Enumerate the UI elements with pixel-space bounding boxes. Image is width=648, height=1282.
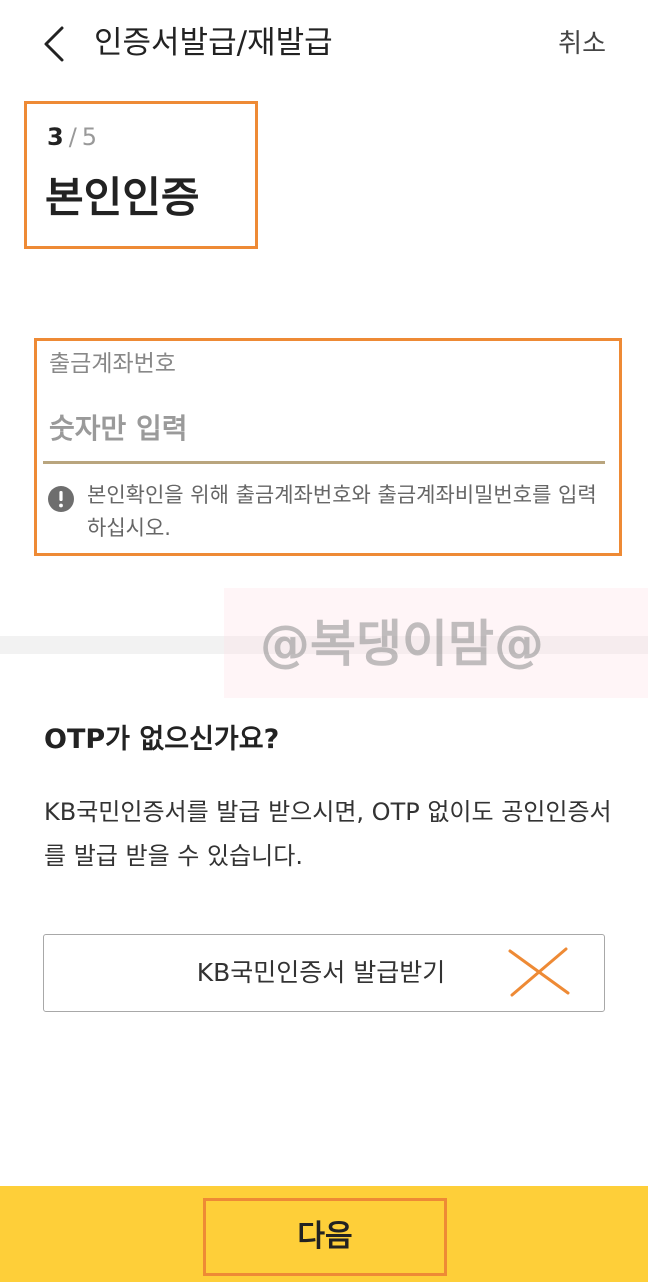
input-underline [43, 461, 605, 464]
cancel-button[interactable]: 취소 [558, 24, 606, 64]
page-title: 본인인증 [45, 173, 200, 222]
account-notice-text: 본인확인을 위해 출금계좌번호와 출금계좌비밀번호를 입력하십시오. [87, 483, 597, 540]
app-header: 인증서발급/재발급 취소 [0, 0, 648, 88]
step-current: 3 [47, 123, 64, 151]
header-title: 인증서발급/재발급 [94, 25, 333, 61]
watermark: @복댕이맘@ [224, 588, 648, 698]
step-separator: / [68, 123, 77, 151]
kb-certificate-issue-label: KB국민인증서 발급받기 [196, 958, 446, 987]
cross-mark-icon [508, 947, 570, 997]
next-highlight: 다음 [203, 1198, 447, 1276]
exclamation-circle-icon [48, 486, 74, 512]
next-button-label: 다음 [297, 1219, 353, 1254]
otp-title: OTP가 없으신가요? [44, 724, 280, 755]
otp-description: KB국민인증서를 발급 받으시면, OTP 없이도 공인인증서를 발급 받을 수… [44, 798, 612, 870]
step-total: 5 [81, 123, 98, 151]
chevron-left-icon [44, 26, 64, 62]
account-number-section: 출금계좌번호 본인확인을 위해 출금계좌번호와 출금계좌비밀번호를 입력하십시오… [34, 338, 622, 556]
step-indicator: 3/5 [47, 122, 97, 152]
account-number-input[interactable] [45, 399, 611, 457]
kb-certificate-issue-button[interactable]: KB국민인증서 발급받기 [43, 934, 605, 1012]
account-number-label: 출금계좌번호 [49, 351, 176, 377]
step-section: 3/5 본인인증 [24, 101, 258, 249]
back-button[interactable] [36, 22, 76, 66]
next-button[interactable]: 다음 [0, 1186, 648, 1282]
watermark-text: @복댕이맘@ [260, 615, 544, 673]
